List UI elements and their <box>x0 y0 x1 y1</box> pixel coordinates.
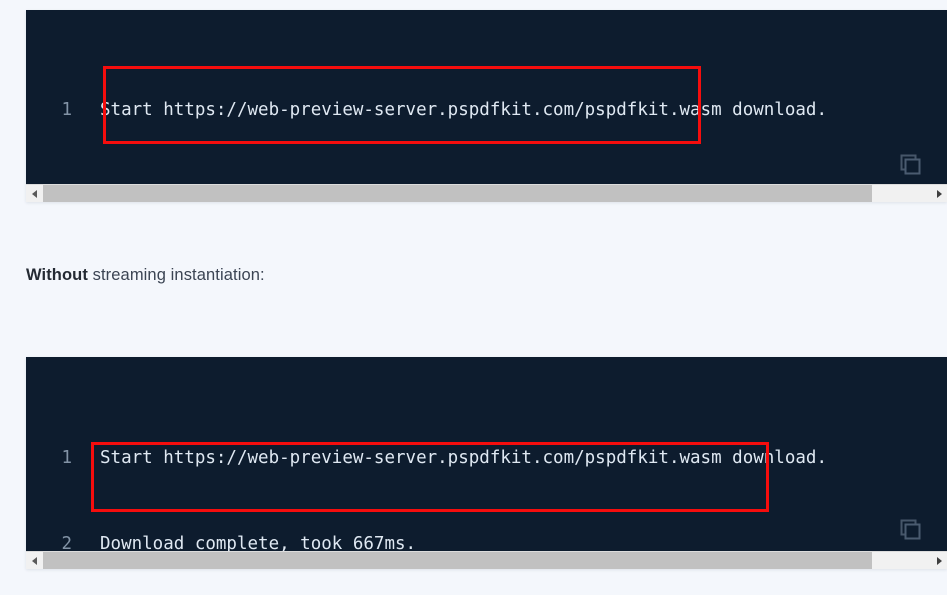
caption-strong-text: Without <box>26 266 88 284</box>
code-block-inner: 1 Start https://web-preview-server.pspdfk… <box>26 10 947 190</box>
line-text: Start https://web-preview-server.pspdfki… <box>100 100 827 120</box>
line-number: 1 <box>61 100 72 120</box>
code-lines: 1 Start https://web-preview-server.pspdfk… <box>26 357 947 555</box>
scrollbar-track[interactable] <box>43 185 930 202</box>
horizontal-scrollbar[interactable] <box>26 551 947 569</box>
code-line: 1 Start https://web-preview-server.pspdfk… <box>26 96 947 125</box>
scroll-left-arrow-icon[interactable] <box>26 552 43 569</box>
code-block-inner: 1 Start https://web-preview-server.pspdfk… <box>26 357 947 555</box>
scrollbar-thumb[interactable] <box>43 185 873 202</box>
code-line: 1 Start https://web-preview-server.pspdfk… <box>26 444 947 473</box>
code-lines: 1 Start https://web-preview-server.pspdfk… <box>26 10 947 190</box>
caption-without-streaming: Without streaming instantiation: <box>26 266 265 285</box>
scrollbar-thumb[interactable] <box>43 552 873 569</box>
scroll-right-arrow-icon[interactable] <box>930 552 947 569</box>
scroll-right-arrow-icon[interactable] <box>930 185 947 202</box>
scroll-left-arrow-icon[interactable] <box>26 185 43 202</box>
line-number: 1 <box>61 448 72 468</box>
copy-icon[interactable] <box>897 517 923 543</box>
copy-icon[interactable] <box>897 152 923 178</box>
code-block-streaming: 1 Start https://web-preview-server.pspdfk… <box>26 10 947 190</box>
code-block-non-streaming: 1 Start https://web-preview-server.pspdfk… <box>26 357 947 555</box>
page-root: 1 Start https://web-preview-server.pspdfk… <box>0 0 947 595</box>
line-text: Start https://web-preview-server.pspdfki… <box>100 448 827 468</box>
horizontal-scrollbar[interactable] <box>26 184 947 202</box>
scrollbar-track[interactable] <box>43 552 930 569</box>
caption-rest-text: streaming instantiation: <box>87 266 265 284</box>
